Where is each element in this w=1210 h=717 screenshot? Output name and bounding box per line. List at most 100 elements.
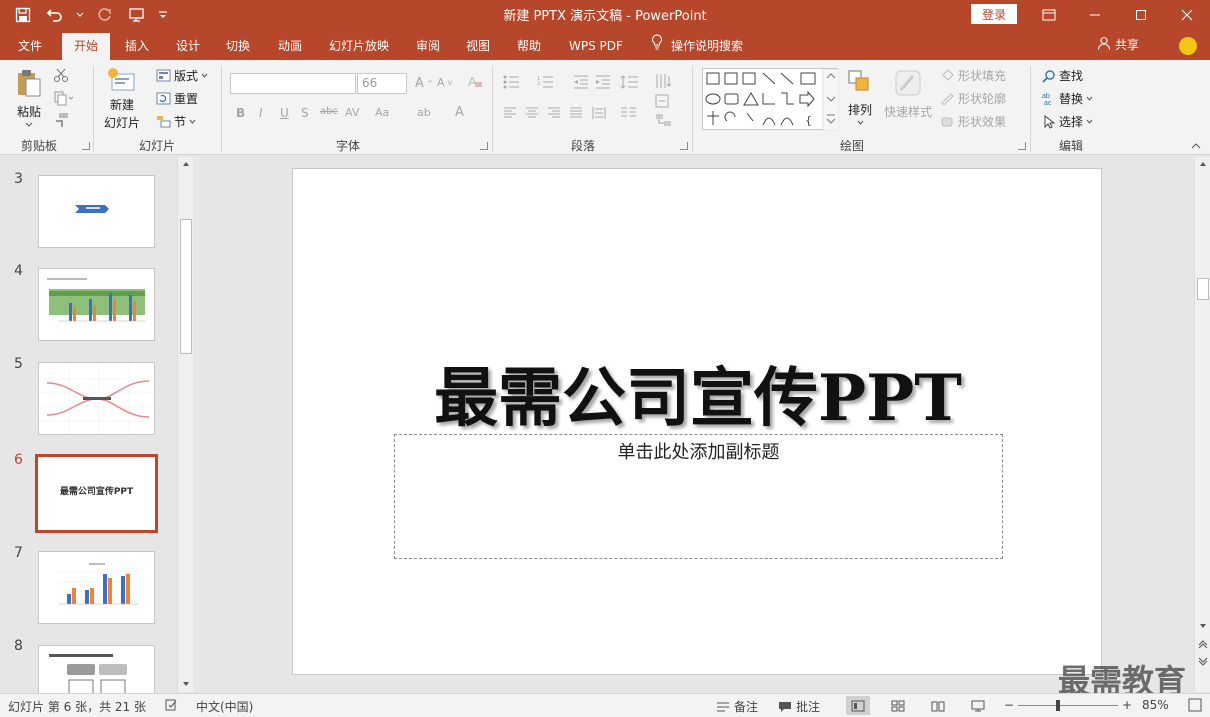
smartart-icon[interactable]: [654, 112, 674, 128]
chevron-down-icon[interactable]: [76, 4, 84, 26]
maximize-icon[interactable]: [1118, 0, 1164, 30]
font-size-box[interactable]: 66: [357, 73, 407, 94]
justify-icon[interactable]: [569, 107, 583, 119]
collapse-ribbon-icon[interactable]: [1191, 142, 1201, 149]
zoom-in-icon[interactable]: +: [1122, 698, 1132, 712]
drawing-launcher-icon[interactable]: [1018, 142, 1026, 150]
format-painter-icon[interactable]: [53, 112, 69, 128]
section-button[interactable]: 节: [156, 113, 196, 130]
distributed-icon[interactable]: [591, 106, 607, 120]
underline-icon[interactable]: U: [280, 106, 289, 120]
customize-toolbar-icon[interactable]: [158, 4, 168, 26]
bold-icon[interactable]: B: [236, 106, 245, 120]
font-name-box[interactable]: [230, 73, 356, 94]
clipboard-launcher-icon[interactable]: [82, 142, 90, 150]
slide-thumbnail-8[interactable]: [38, 645, 155, 693]
paste-button[interactable]: 粘贴: [14, 68, 44, 127]
comments-button[interactable]: 批注: [778, 698, 820, 715]
slide-thumbnail-3[interactable]: [38, 175, 155, 248]
tab-slideshow[interactable]: 幻灯片放映: [329, 33, 389, 60]
normal-view-icon[interactable]: [846, 696, 870, 715]
presentation-start-icon[interactable]: [126, 4, 148, 26]
line-spacing-icon[interactable]: [620, 74, 640, 90]
tab-animations[interactable]: 动画: [278, 33, 302, 60]
font-launcher-icon[interactable]: [480, 142, 488, 150]
feedback-smiley-icon[interactable]: [1179, 37, 1197, 55]
bullets-icon[interactable]: [503, 75, 527, 89]
tab-wps-pdf[interactable]: WPS PDF: [569, 33, 623, 60]
minimize-icon[interactable]: [1072, 0, 1118, 30]
align-right-icon[interactable]: [547, 107, 561, 119]
shape-fill-button[interactable]: 形状填充: [940, 67, 1006, 84]
strikethrough-icon[interactable]: abc: [320, 106, 338, 117]
decrease-indent-icon[interactable]: [573, 75, 589, 89]
tab-home[interactable]: 开始: [62, 33, 111, 60]
italic-icon[interactable]: I: [259, 106, 263, 120]
numbering-icon[interactable]: 12: [537, 75, 561, 89]
text-shadow-icon[interactable]: S: [301, 106, 309, 120]
shrink-font-icon[interactable]: Av: [437, 76, 452, 89]
reading-view-icon[interactable]: [926, 696, 950, 715]
login-button[interactable]: 登录: [971, 4, 1017, 24]
text-direction-icon[interactable]: [654, 72, 674, 90]
layout-button[interactable]: 版式: [156, 67, 208, 84]
tab-insert[interactable]: 插入: [125, 33, 149, 60]
zoom-out-icon[interactable]: −: [1004, 698, 1014, 712]
slideshow-view-icon[interactable]: [966, 696, 990, 715]
find-button[interactable]: 查找: [1042, 67, 1083, 84]
tab-review[interactable]: 审阅: [416, 33, 440, 60]
slide-thumbnail-4[interactable]: [38, 268, 155, 341]
character-spacing-icon[interactable]: AV: [345, 106, 359, 119]
replace-button[interactable]: ab ac 替换: [1042, 90, 1093, 107]
increase-indent-icon[interactable]: [595, 75, 611, 89]
close-icon[interactable]: [1164, 0, 1210, 30]
tab-help[interactable]: 帮助: [517, 33, 541, 60]
shapes-gallery[interactable]: {: [702, 68, 840, 132]
quick-styles-button[interactable]: 快速样式: [884, 68, 932, 120]
slide-title[interactable]: 最需公司宣传PPT: [293, 347, 1103, 439]
zoom-level[interactable]: 85%: [1142, 698, 1169, 712]
language-status[interactable]: 中文(中国): [196, 698, 253, 715]
tab-file[interactable]: 文件: [18, 33, 42, 60]
paragraph-launcher-icon[interactable]: [680, 142, 688, 150]
font-color-icon[interactable]: A: [455, 105, 464, 120]
slide-count-status[interactable]: 幻灯片 第 6 张，共 21 张: [8, 698, 146, 715]
grow-font-icon[interactable]: A ^: [415, 76, 434, 91]
align-text-icon[interactable]: [654, 93, 674, 109]
tab-design[interactable]: 设计: [176, 33, 200, 60]
current-slide[interactable]: 最需公司宣传PPT 单击此处添加副标题: [292, 168, 1102, 675]
clear-formatting-icon[interactable]: A: [467, 73, 483, 89]
arrange-button[interactable]: 排列: [846, 68, 874, 125]
align-left-icon[interactable]: [503, 107, 517, 119]
slide-thumbnail-6[interactable]: 最需公司宣传PPT: [35, 454, 158, 533]
align-center-icon[interactable]: [525, 107, 539, 119]
slides-pane-scrollbar[interactable]: [177, 157, 193, 692]
slide-scrollbar[interactable]: [1194, 157, 1210, 692]
slide-thumbnail-7[interactable]: [38, 551, 155, 624]
fit-slide-icon[interactable]: [1188, 698, 1202, 712]
shape-effects-button[interactable]: 形状效果: [940, 113, 1006, 130]
slides-pane-scroll-thumb[interactable]: [180, 219, 192, 354]
tell-me-search[interactable]: 操作说明搜索: [651, 33, 743, 60]
tab-view[interactable]: 视图: [466, 33, 490, 60]
change-case-icon[interactable]: Aa: [375, 106, 389, 119]
reset-button[interactable]: 重置: [156, 90, 198, 107]
subtitle-placeholder[interactable]: 单击此处添加副标题: [394, 434, 1003, 559]
zoom-slider-thumb[interactable]: [1056, 700, 1060, 711]
shape-outline-button[interactable]: 形状轮廓: [940, 90, 1006, 107]
slide-thumbnail-5[interactable]: [38, 362, 155, 435]
slide-scroll-thumb[interactable]: [1197, 278, 1209, 300]
redo-icon[interactable]: [94, 4, 116, 26]
highlight-color-icon[interactable]: ab: [417, 106, 431, 119]
zoom-slider[interactable]: [1018, 705, 1118, 706]
new-slide-button[interactable]: 新建 幻灯片: [104, 66, 140, 131]
select-button[interactable]: 选择: [1042, 113, 1093, 130]
save-icon[interactable]: [12, 4, 34, 26]
slide-sorter-view-icon[interactable]: [886, 696, 910, 715]
notes-button[interactable]: 备注: [716, 698, 758, 715]
tab-transitions[interactable]: 切换: [226, 33, 250, 60]
undo-icon[interactable]: [44, 4, 66, 26]
spelling-check-icon[interactable]: [164, 698, 178, 712]
copy-icon[interactable]: [53, 90, 75, 106]
ribbon-display-options-icon[interactable]: [1026, 0, 1072, 30]
